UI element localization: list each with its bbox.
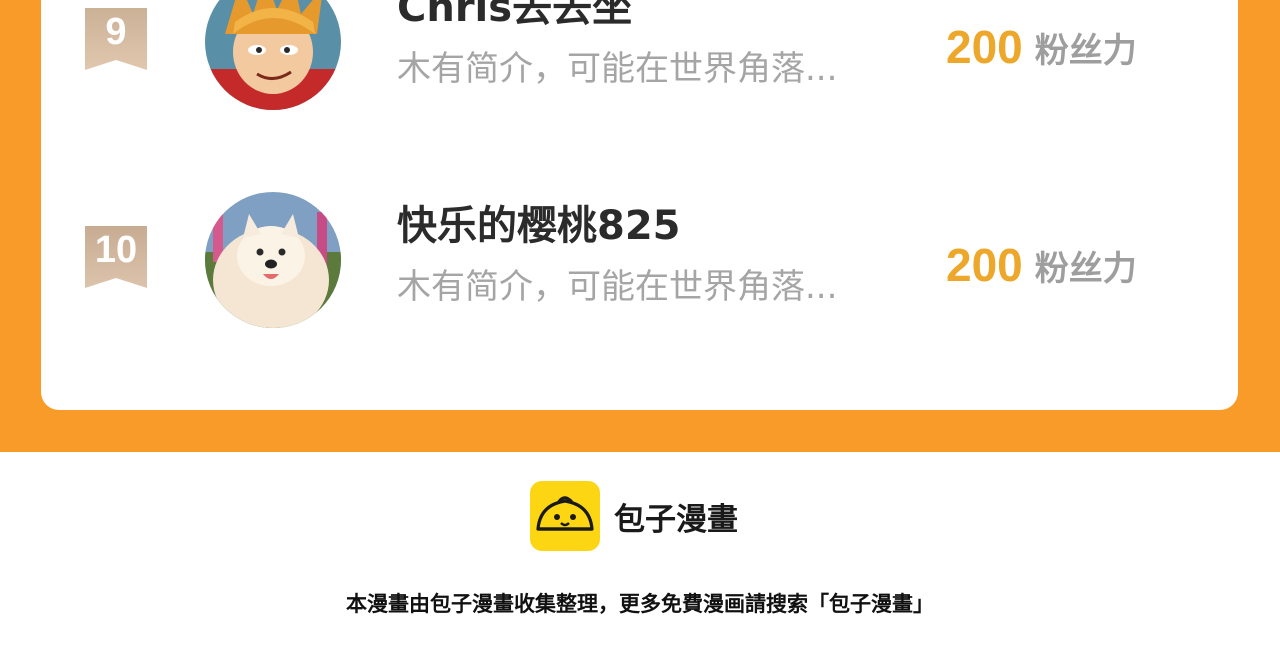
ranking-frame: 9 Chris去去坐 木有简介，可能在世界角落... 200 粉丝力 10 快乐… [0, 0, 1280, 452]
rank-badge: 10 [85, 226, 147, 288]
brand[interactable]: 包子漫畫 [530, 481, 738, 551]
bun-mascot-icon [530, 481, 600, 551]
ranking-row[interactable]: 9 Chris去去坐 木有简介，可能在世界角落... 200 粉丝力 [41, 0, 1238, 117]
username[interactable]: 快乐的樱桃825 [397, 193, 681, 251]
avatar[interactable] [205, 0, 341, 110]
brand-name: 包子漫畫 [614, 501, 738, 538]
rank-number: 9 [105, 11, 127, 53]
fans-stat: 200 粉丝力 [946, 238, 1137, 292]
user-bio: 木有简介，可能在世界角落... [397, 49, 838, 89]
rank-badge: 9 [85, 8, 147, 70]
fans-count: 200 [946, 21, 1023, 73]
anime-avatar-image [205, 0, 341, 110]
avatar[interactable] [205, 192, 341, 328]
footer-note: 本漫畫由包子漫畫收集整理，更多免費漫画請搜索「包子漫畫」 [346, 592, 934, 616]
fans-stat: 200 粉丝力 [946, 20, 1137, 74]
fans-label: 粉丝力 [1034, 30, 1137, 71]
fans-count: 200 [946, 239, 1023, 291]
dog-avatar-image [205, 192, 341, 328]
fans-label: 粉丝力 [1034, 248, 1137, 289]
user-bio: 木有简介，可能在世界角落... [397, 267, 838, 307]
ranking-row[interactable]: 10 快乐的樱桃825 木有简介，可能在世界角落... 200 粉丝力 [41, 185, 1238, 335]
username[interactable]: Chris去去坐 [397, 0, 632, 33]
ranking-card: 9 Chris去去坐 木有简介，可能在世界角落... 200 粉丝力 10 快乐… [41, 0, 1238, 410]
rank-number: 10 [94, 229, 138, 271]
